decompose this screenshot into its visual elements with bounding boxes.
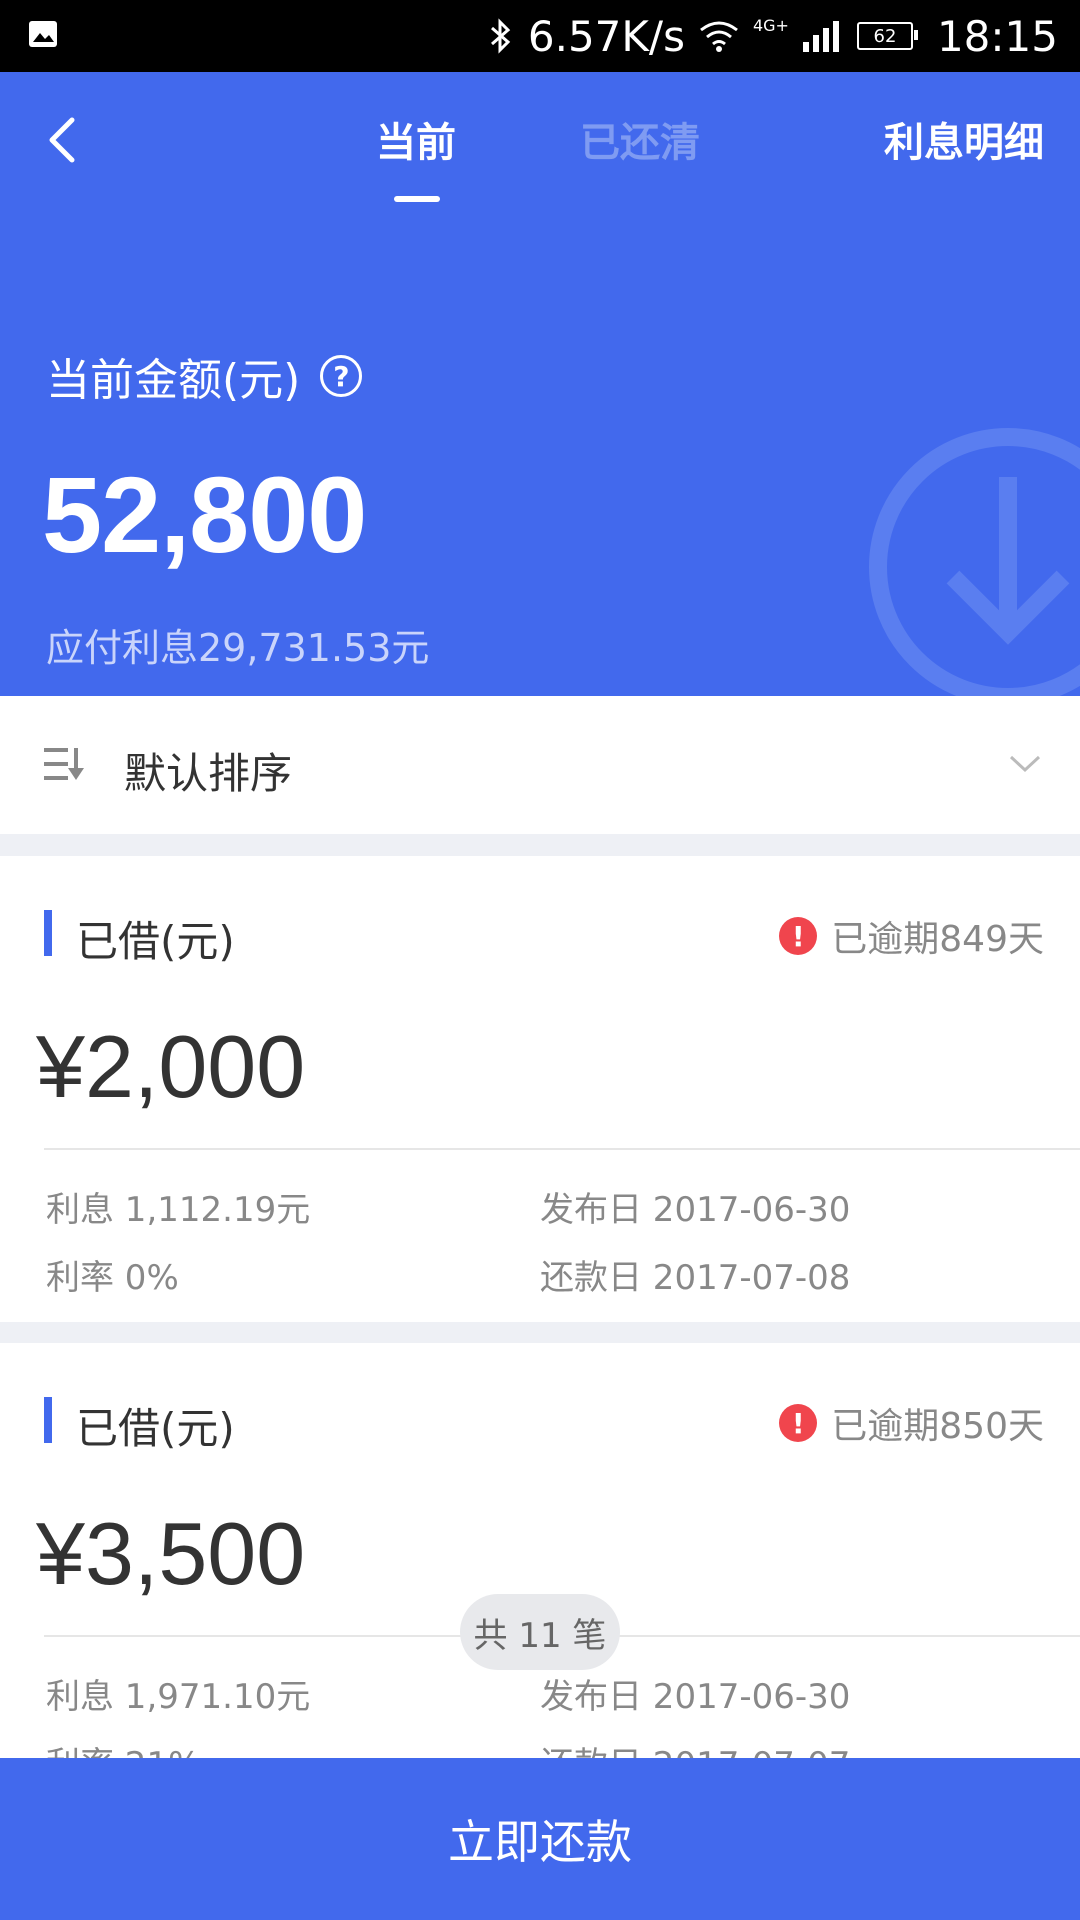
loan-amount: ¥3,500	[36, 1504, 306, 1603]
overdue-text: 已逾期849天	[831, 919, 1044, 960]
current-amount-value: 52,800	[42, 454, 367, 575]
loan-rate: 利率 0%	[46, 1258, 179, 1298]
current-amount-label: 当前金额(元) ?	[46, 344, 363, 408]
sort-icon	[44, 748, 84, 780]
alert-icon: !	[779, 1404, 818, 1442]
help-icon[interactable]: ?	[320, 355, 363, 397]
net-speed: 6.57K/s	[527, 11, 685, 61]
loan-publish-date: 发布日 2017-06-30	[540, 1677, 851, 1717]
sort-selector[interactable]: 默认排序	[0, 696, 1080, 834]
card-accent-bar	[44, 910, 52, 956]
tab-cleared[interactable]: 已还清	[580, 110, 700, 168]
bluetooth-icon	[490, 18, 511, 54]
status-bar: 6.57K/s 4G+ 62 18:15	[0, 0, 1080, 72]
tab-current[interactable]: 当前	[376, 110, 456, 168]
active-tab-indicator	[394, 196, 440, 202]
loan-title: 已借(元)	[76, 1404, 235, 1453]
card-accent-bar	[44, 1397, 52, 1443]
current-amount-label-text: 当前金额(元)	[46, 355, 301, 406]
summary-header: 当前 已还清 利息明细 当前金额(元) ? 52,800 应付利息29,731.…	[0, 72, 1080, 696]
loan-repay-date: 还款日 2017-07-08	[540, 1258, 851, 1298]
overdue-text: 已逾期850天	[831, 1406, 1044, 1447]
loan-card[interactable]: 已借(元) ! 已逾期849天 ¥2,000 利息 1,112.19元 发布日 …	[0, 856, 1080, 1322]
interest-due-text: 应付利息29,731.53元	[46, 626, 430, 670]
interest-detail-link[interactable]: 利息明细	[884, 110, 1044, 168]
gallery-notification-icon	[29, 21, 57, 47]
chevron-down-icon	[1009, 755, 1041, 773]
record-count-badge: 共 11 笔	[460, 1594, 620, 1670]
download-watermark-icon	[869, 428, 1080, 696]
overdue-status: ! 已逾期849天	[779, 910, 1044, 962]
loan-interest: 利息 1,971.10元	[46, 1677, 311, 1717]
overdue-status: ! 已逾期850天	[779, 1397, 1044, 1449]
loan-amount: ¥2,000	[36, 1017, 306, 1116]
repay-now-button[interactable]: 立即还款	[0, 1758, 1080, 1920]
battery-icon: 62	[856, 22, 918, 50]
sort-label: 默认排序	[124, 749, 293, 798]
back-arrow-icon[interactable]	[40, 112, 84, 168]
loan-publish-date: 发布日 2017-06-30	[540, 1190, 851, 1230]
network-type: 4G+	[752, 16, 789, 35]
loan-title: 已借(元)	[76, 917, 235, 966]
clock: 18:15	[936, 11, 1058, 61]
divider	[44, 1148, 1080, 1150]
signal-icon	[802, 21, 839, 52]
alert-icon: !	[779, 917, 818, 955]
loan-card[interactable]: 已借(元) ! 已逾期850天 ¥3,500 利息 1,971.10元 发布日 …	[0, 1343, 1080, 1763]
wifi-icon	[700, 21, 738, 52]
battery-level: 62	[873, 25, 897, 47]
loan-interest: 利息 1,112.19元	[46, 1190, 311, 1230]
